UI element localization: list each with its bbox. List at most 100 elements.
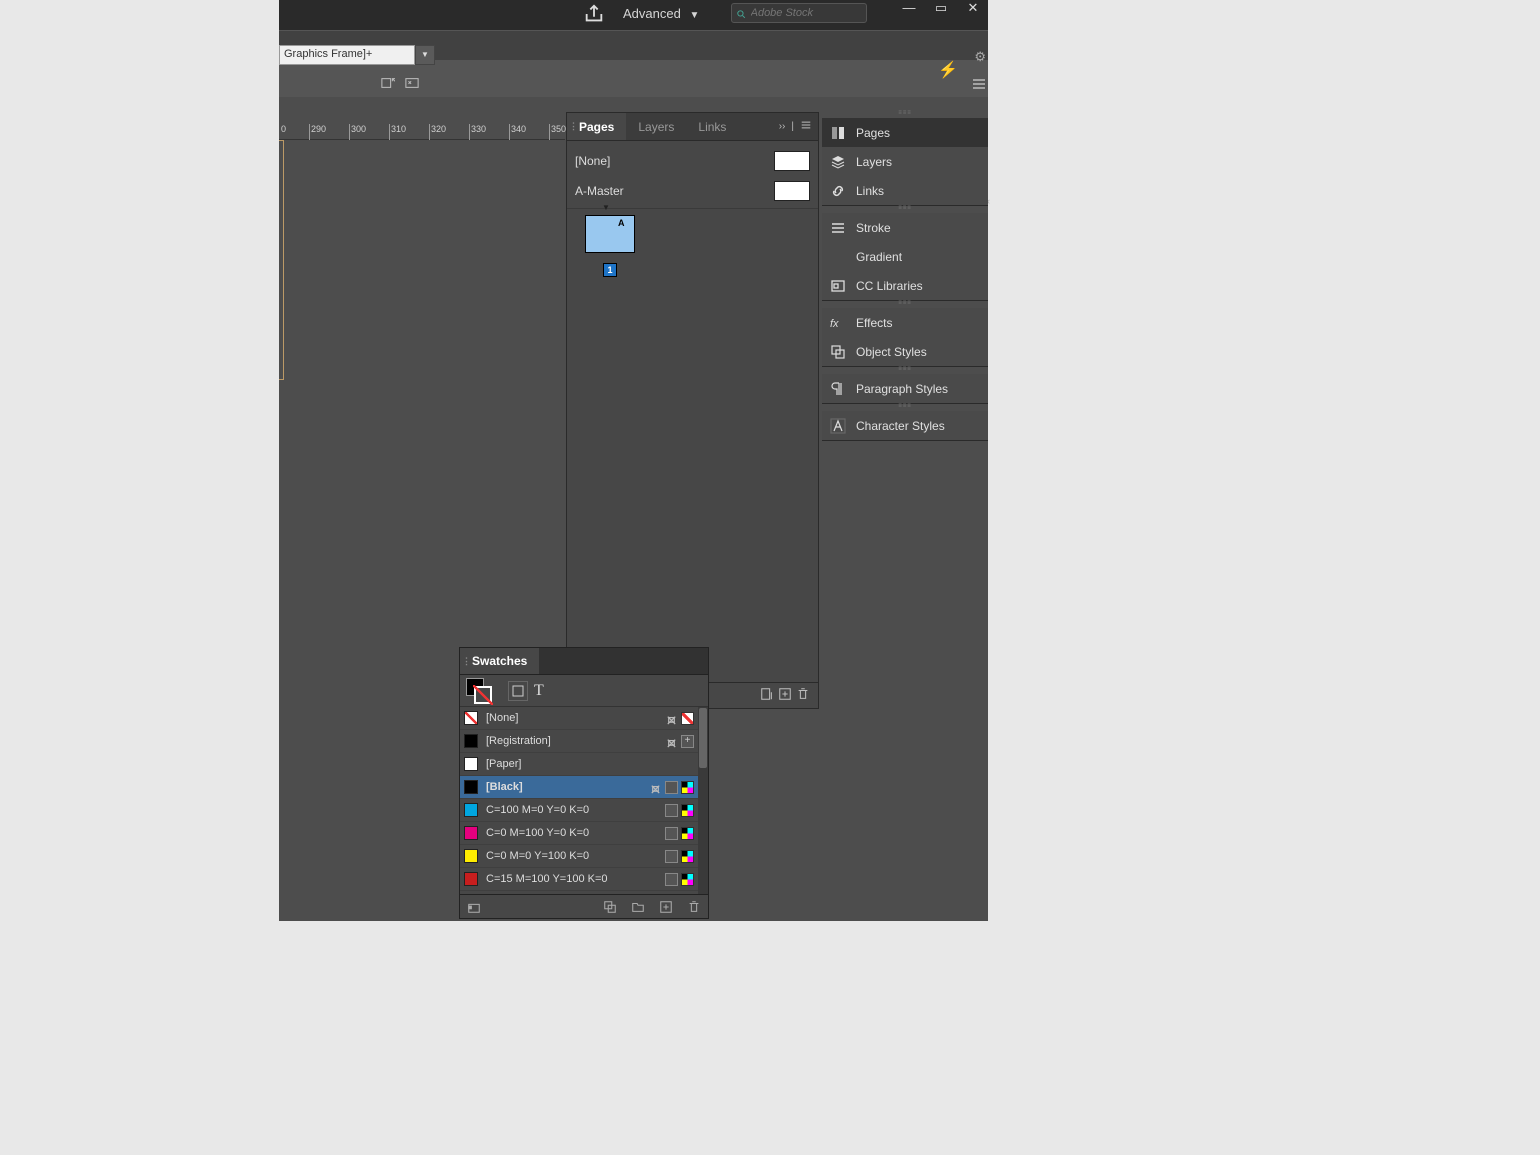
fit-content-icon[interactable] bbox=[381, 76, 395, 95]
dock-item-character-styles[interactable]: Character Styles bbox=[822, 411, 988, 440]
workspace-dropdown[interactable]: Advanced ▼ bbox=[623, 6, 699, 21]
page-thumbnail[interactable]: A bbox=[585, 215, 635, 253]
swatch-chip bbox=[464, 803, 478, 817]
horizontal-ruler[interactable]: 0290300310320330340350 bbox=[279, 124, 565, 140]
master-name: [None] bbox=[575, 154, 610, 168]
tab-layers[interactable]: Layers bbox=[626, 113, 686, 140]
style-combo-dropdown[interactable]: ▼ bbox=[415, 45, 435, 65]
edit-page-size-icon[interactable] bbox=[758, 687, 776, 704]
dock-grip[interactable]: ≡≡≡ bbox=[822, 404, 988, 411]
swatch-row[interactable]: [None] bbox=[460, 707, 698, 730]
ruler-label: 310 bbox=[391, 124, 406, 134]
document-edge bbox=[279, 140, 284, 380]
dock-item-label: Paragraph Styles bbox=[856, 382, 948, 396]
swatch-name: C=0 M=100 Y=0 K=0 bbox=[486, 827, 657, 839]
new-page-icon[interactable] bbox=[776, 687, 794, 704]
dock-item-layers[interactable]: Layers bbox=[822, 147, 988, 176]
dock-grip[interactable]: ≡≡≡ bbox=[822, 367, 988, 374]
dock-item-paragraph-styles[interactable]: Paragraph Styles bbox=[822, 374, 988, 403]
grip-icon: ⋮ bbox=[569, 121, 578, 132]
panel-tabs: ⋮PagesLayersLinks ›› | bbox=[567, 113, 818, 141]
master-thumbnail[interactable] bbox=[774, 181, 810, 201]
dock-item-label: Object Styles bbox=[856, 345, 927, 359]
dock-grip[interactable]: ≡≡≡ bbox=[822, 111, 988, 118]
swatch-name: [Paper] bbox=[486, 758, 686, 770]
swatch-name: [Black] bbox=[486, 781, 641, 793]
container-formatting-icon[interactable] bbox=[508, 681, 528, 701]
workspace-label: Advanced bbox=[623, 6, 681, 21]
dock-grip[interactable]: ≡≡≡ bbox=[822, 206, 988, 213]
swatch-row[interactable]: [Paper] bbox=[460, 753, 698, 776]
swatch-row[interactable]: C=0 M=0 Y=100 K=0 bbox=[460, 845, 698, 868]
gear-icon[interactable]: ⚙ bbox=[974, 49, 986, 65]
dock-item-gradient[interactable]: Gradient bbox=[822, 242, 988, 271]
dock-item-stroke[interactable]: Stroke bbox=[822, 213, 988, 242]
tab-links[interactable]: Links bbox=[686, 113, 738, 140]
maximize-button[interactable]: ▭ bbox=[932, 0, 950, 16]
pages-area[interactable]: A1 bbox=[567, 209, 818, 682]
dock-item-label: Links bbox=[856, 184, 884, 198]
close-button[interactable]: ✕ bbox=[964, 0, 982, 16]
style-combo[interactable]: Graphics Frame]+ bbox=[279, 45, 415, 65]
adobe-stock-search[interactable] bbox=[731, 3, 867, 23]
new-swatch-icon[interactable] bbox=[658, 899, 674, 915]
scrollbar-thumb[interactable] bbox=[699, 708, 707, 768]
dock-item-links[interactable]: Links bbox=[822, 176, 988, 205]
swatch-row[interactable]: C=15 M=100 Y=100 K=0 bbox=[460, 868, 698, 891]
ruler-tick bbox=[429, 124, 430, 140]
dock-item-cc-libraries[interactable]: CC Libraries bbox=[822, 271, 988, 300]
fx-icon: fx bbox=[830, 315, 846, 331]
dock-item-label: Gradient bbox=[856, 250, 902, 264]
swatch-icons bbox=[649, 781, 694, 794]
fill-stroke-proxy[interactable] bbox=[466, 678, 492, 704]
charstyles-icon bbox=[830, 418, 846, 434]
dock-item-effects[interactable]: fx Effects bbox=[822, 308, 988, 337]
search-input[interactable] bbox=[751, 7, 862, 19]
scrollbar[interactable] bbox=[698, 707, 708, 894]
stroke-swatch[interactable] bbox=[474, 686, 492, 704]
gpu-bolt-icon[interactable]: ⚡ bbox=[938, 60, 958, 80]
tab-label: Layers bbox=[638, 120, 674, 134]
master-separator[interactable]: ▼ bbox=[567, 208, 818, 209]
delete-swatch-icon[interactable] bbox=[686, 899, 702, 915]
folder-icon[interactable] bbox=[630, 899, 646, 915]
master-thumbnail[interactable] bbox=[774, 151, 810, 171]
dock-item-label: Effects bbox=[856, 316, 892, 330]
dock-item-label: CC Libraries bbox=[856, 279, 923, 293]
swatch-icons bbox=[665, 735, 694, 748]
dock-grip[interactable]: ≡≡≡ bbox=[822, 301, 988, 308]
swatch-icons bbox=[665, 827, 694, 840]
swatch-row[interactable]: C=100 M=0 Y=0 K=0 bbox=[460, 799, 698, 822]
share-icon[interactable] bbox=[583, 3, 605, 23]
panel-collapse-icon[interactable]: ›› bbox=[779, 121, 786, 132]
cmyk-icon bbox=[681, 827, 694, 840]
panel-menu-icon[interactable] bbox=[972, 77, 986, 96]
page-number-badge[interactable]: 1 bbox=[603, 263, 617, 277]
swatch-icons bbox=[665, 804, 694, 817]
tab-label: Pages bbox=[579, 120, 614, 134]
tab-pages[interactable]: ⋮Pages bbox=[567, 113, 626, 140]
svg-text:fx: fx bbox=[830, 318, 839, 330]
panel-menu-icon[interactable] bbox=[800, 120, 812, 133]
dock-item-pages[interactable]: Pages bbox=[822, 118, 988, 147]
swatch-row[interactable]: C=0 M=100 Y=0 K=0 bbox=[460, 822, 698, 845]
stroke-icon bbox=[830, 220, 846, 236]
tab-label: Links bbox=[698, 120, 726, 134]
master-page-row[interactable]: [None] bbox=[575, 146, 810, 176]
tab-swatches[interactable]: ⋮ Swatches bbox=[460, 648, 539, 674]
search-icon bbox=[736, 7, 747, 19]
fit-frame-icon[interactable] bbox=[405, 76, 419, 95]
swatch-row[interactable]: [Registration] bbox=[460, 730, 698, 753]
minimize-button[interactable]: — bbox=[900, 0, 918, 16]
window-buttons: — ▭ ✕ bbox=[900, 0, 982, 16]
new-color-group-icon[interactable] bbox=[466, 899, 482, 915]
swatch-options-icon[interactable] bbox=[602, 899, 618, 915]
dock-item-object-styles[interactable]: Object Styles bbox=[822, 337, 988, 366]
ruler-label: 340 bbox=[511, 124, 526, 134]
master-page-row[interactable]: A-Master bbox=[575, 176, 810, 206]
delete-page-icon[interactable] bbox=[794, 687, 812, 704]
swatch-row[interactable]: [Black] bbox=[460, 776, 698, 799]
text-formatting-icon[interactable]: T bbox=[534, 682, 544, 700]
swatches-panel: ⋮ Swatches T [None][Registration] [Paper]… bbox=[459, 647, 709, 919]
ruler-label: 0 bbox=[281, 124, 286, 134]
